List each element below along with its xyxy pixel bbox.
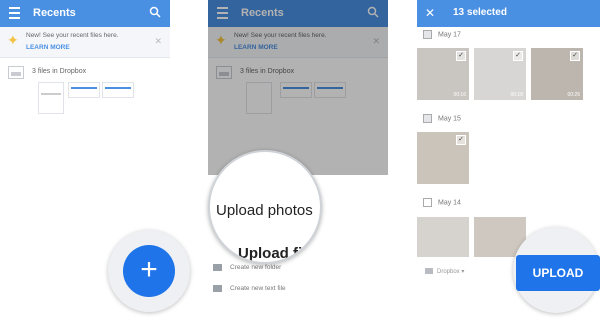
- date-header[interactable]: May 14: [423, 198, 461, 207]
- dim-overlay: [208, 0, 388, 175]
- recent-files-banner: ✦ New! See your recent files here. LEARN…: [0, 27, 170, 58]
- menu-icon[interactable]: [9, 7, 20, 19]
- learn-more-link[interactable]: LEARN MORE: [26, 44, 70, 51]
- upload-photos-item[interactable]: Upload photos: [216, 202, 313, 219]
- checkbox[interactable]: [423, 114, 432, 123]
- search-icon[interactable]: [149, 6, 161, 18]
- menu-item-label: Create new folder: [230, 264, 282, 272]
- date-label: May 17: [438, 31, 461, 39]
- photo-thumbnail[interactable]: [417, 217, 469, 257]
- check-icon[interactable]: ✓: [456, 51, 466, 61]
- banner-message: New! See your recent files here.: [26, 32, 119, 39]
- check-icon[interactable]: ✓: [456, 135, 466, 145]
- checkbox[interactable]: [423, 198, 432, 207]
- photo-thumbnail[interactable]: ✓: [417, 132, 469, 184]
- video-duration: 00:26: [567, 92, 580, 98]
- selection-bar: ✕ 13 selected: [417, 0, 600, 27]
- close-icon[interactable]: ✕: [154, 36, 162, 47]
- magnifier-callout: Upload photos Upload file: [208, 150, 322, 264]
- photo-thumbnail[interactable]: ✓ 00:26: [531, 48, 583, 100]
- close-icon[interactable]: ✕: [425, 6, 435, 20]
- app-bar-title: Recents: [33, 7, 76, 19]
- file-icon: [213, 285, 222, 292]
- files-row[interactable]: 3 files in Dropbox: [8, 66, 170, 116]
- menu-item-label: Create new text file: [230, 285, 286, 293]
- date-label: May 15: [438, 115, 461, 123]
- create-text-file-item[interactable]: Create new text file: [213, 285, 286, 292]
- video-duration: 00:18: [510, 92, 523, 98]
- checkbox[interactable]: [423, 30, 432, 39]
- photo-thumbnail[interactable]: ✓ 00:16: [417, 48, 469, 100]
- file-thumbnail[interactable]: [38, 82, 64, 114]
- video-duration: 00:16: [453, 92, 466, 98]
- date-header[interactable]: May 17: [423, 30, 461, 39]
- destination-folder[interactable]: Dropbox ▾: [425, 268, 464, 275]
- folder-icon: [425, 268, 433, 275]
- folder-icon: [213, 264, 222, 271]
- selection-count: 13 selected: [453, 7, 507, 18]
- plus-icon[interactable]: +: [123, 245, 175, 297]
- files-label: 3 files in Dropbox: [32, 68, 87, 75]
- photo-thumbnail[interactable]: ✓ 00:18: [474, 48, 526, 100]
- create-folder-item[interactable]: Create new folder: [213, 264, 281, 271]
- sparkle-icon: ✦: [7, 32, 19, 48]
- app-bar: Recents: [0, 0, 170, 27]
- upload-callout: UPLOAD: [513, 227, 600, 313]
- check-icon[interactable]: ✓: [570, 51, 580, 61]
- date-label: May 14: [438, 199, 461, 207]
- check-icon[interactable]: ✓: [513, 51, 523, 61]
- date-header[interactable]: May 15: [423, 114, 461, 123]
- upload-button[interactable]: UPLOAD: [516, 255, 600, 291]
- folder-label: Dropbox: [437, 269, 460, 275]
- fab-callout: +: [108, 230, 190, 312]
- file-thumbnail[interactable]: [68, 82, 100, 98]
- file-thumbnail[interactable]: [102, 82, 134, 98]
- upload-files-item[interactable]: Upload file: [238, 245, 315, 262]
- file-icon: [8, 66, 24, 79]
